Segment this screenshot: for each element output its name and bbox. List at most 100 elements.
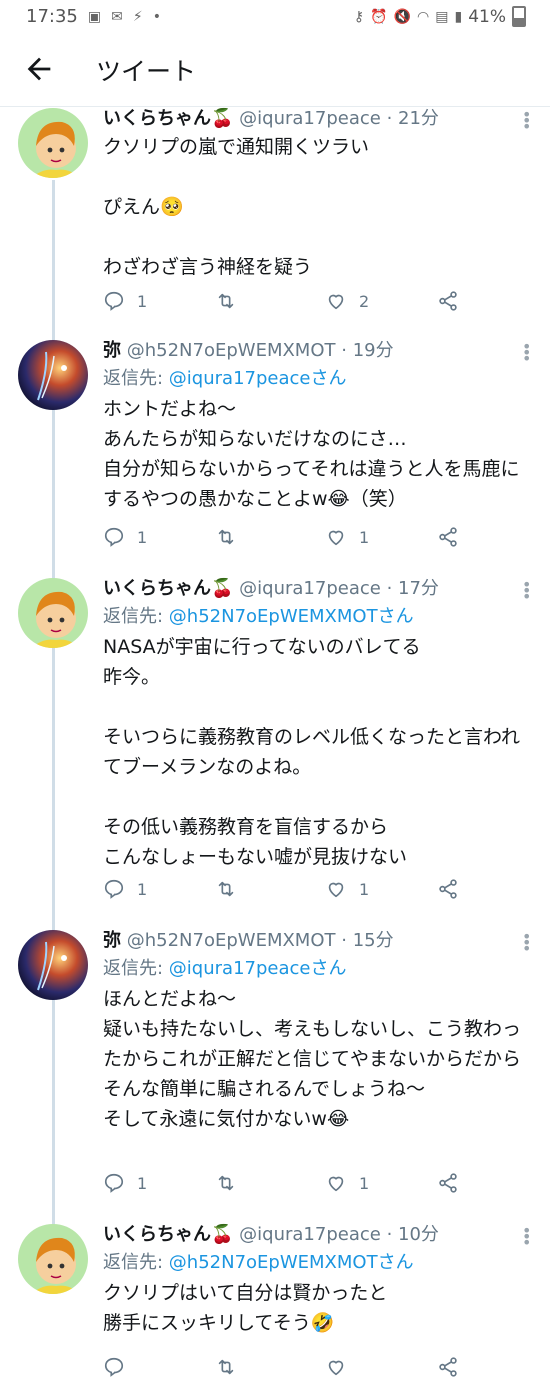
- retweet-button[interactable]: [215, 290, 249, 312]
- tweet-text: クソリプの嵐で通知開くツラい ぴえん🥺 わざわざ言う神経を疑う: [103, 136, 370, 278]
- avatar[interactable]: [18, 108, 88, 178]
- retweet-icon: [218, 529, 234, 545]
- user-handle[interactable]: @h52N7oEpWEMXMOT: [127, 930, 336, 951]
- share-icon: [439, 1357, 457, 1377]
- more-options-icon[interactable]: • • •: [522, 339, 531, 367]
- more-options-icon[interactable]: • • •: [522, 929, 531, 957]
- avatar[interactable]: [18, 1224, 88, 1294]
- avatar[interactable]: [18, 340, 88, 410]
- retweet-button[interactable]: [215, 526, 249, 548]
- battery-icon: [512, 6, 526, 27]
- avatar[interactable]: [18, 930, 88, 1000]
- display-name[interactable]: いくらちゃん🍒: [103, 578, 233, 599]
- reply-to-link[interactable]: @iqura17peaceさん: [169, 368, 347, 389]
- reply-context: 返信先: @iqura17peaceさん: [103, 364, 530, 394]
- retweet-button[interactable]: [215, 878, 249, 900]
- reply-prefix: 返信先:: [103, 958, 169, 979]
- display-name[interactable]: いくらちゃん🍒: [103, 108, 233, 129]
- share-button[interactable]: [437, 1172, 459, 1194]
- like-button[interactable]: 1: [325, 878, 369, 900]
- gallery-notification-icon: ▣: [87, 8, 102, 25]
- tweet-time: · 17分: [386, 578, 439, 599]
- tweet-header: いくらちゃん🍒 @iqura17peace · 10分: [103, 1222, 530, 1248]
- wifi-icon: ◠: [417, 8, 430, 25]
- tweet-header: 弥 @h52N7oEpWEMXMOT · 19分: [103, 338, 530, 364]
- reply-icon: [104, 1357, 124, 1377]
- retweet-icon: [218, 881, 234, 897]
- tweet-text: NASAが宇宙に行ってないのバレてる 昨今。 そいつらに義務教育のレベル低くなっ…: [103, 636, 521, 868]
- reply-to-link[interactable]: @h52N7oEpWEMXMOTさん: [169, 606, 414, 627]
- share-icon: [439, 879, 457, 899]
- heart-icon: [328, 1176, 344, 1192]
- app-bar: ツイート: [0, 34, 550, 107]
- tweet-text: ホントだよね〜 あんたらが知らないだけなのにさ… 自分が知らないからってそれは違…: [103, 398, 520, 510]
- like-count: 1: [359, 1173, 370, 1193]
- reply-button[interactable]: 1: [103, 878, 147, 900]
- tweet-time: · 10分: [386, 1224, 439, 1245]
- retweet-icon: [218, 1175, 234, 1191]
- reply-icon: [104, 879, 124, 899]
- tweet-actions: 11: [103, 1172, 523, 1198]
- page-title: ツイート: [96, 57, 197, 86]
- reply-button[interactable]: 1: [103, 1172, 147, 1194]
- heart-icon: [328, 882, 344, 898]
- reply-count: 1: [137, 291, 148, 311]
- like-count: 1: [359, 879, 370, 899]
- user-handle[interactable]: @iqura17peace: [239, 108, 381, 129]
- display-name[interactable]: 弥: [103, 930, 121, 951]
- flash-notification-icon: ⚡: [132, 8, 143, 25]
- more-options-icon[interactable]: • • •: [522, 1223, 531, 1251]
- tweet-text: ほんとだよね〜 疑いも持たないし、考えもしないし、こう教わったからこれが正解だと…: [103, 988, 522, 1130]
- reply-button[interactable]: 1: [103, 526, 147, 548]
- reply-icon: [104, 291, 124, 311]
- tweet-actions: 11: [103, 878, 523, 904]
- display-name[interactable]: いくらちゃん🍒: [103, 1224, 233, 1245]
- tweet-actions: 12: [103, 290, 523, 316]
- reply-prefix: 返信先:: [103, 368, 169, 389]
- user-handle[interactable]: @h52N7oEpWEMXMOT: [127, 340, 336, 361]
- more-options-icon[interactable]: • • •: [522, 107, 531, 135]
- like-button[interactable]: 2: [325, 290, 369, 312]
- share-icon: [439, 291, 457, 311]
- heart-icon: [328, 530, 344, 546]
- tweet-header: 弥 @h52N7oEpWEMXMOT · 15分: [103, 928, 530, 954]
- tweet-header: いくらちゃん🍒 @iqura17peace · 21分: [103, 106, 530, 132]
- tweet-time: · 21分: [386, 108, 439, 129]
- reply-count: 1: [137, 527, 148, 547]
- reply-count: 1: [137, 879, 148, 899]
- reply-to-link[interactable]: @h52N7oEpWEMXMOTさん: [169, 1252, 414, 1273]
- signal-icon: ▮: [454, 8, 463, 25]
- user-handle[interactable]: @iqura17peace: [239, 578, 381, 599]
- mail-notification-icon: ✉: [111, 8, 123, 25]
- reply-button[interactable]: [103, 1356, 137, 1378]
- more-options-icon[interactable]: • • •: [522, 577, 531, 605]
- like-button[interactable]: 1: [325, 526, 369, 548]
- reply-button[interactable]: 1: [103, 290, 147, 312]
- reply-to-link[interactable]: @iqura17peaceさん: [169, 958, 347, 979]
- tweet-header: いくらちゃん🍒 @iqura17peace · 17分: [103, 576, 530, 602]
- share-button[interactable]: [437, 1356, 459, 1378]
- reply-icon: [104, 1173, 124, 1193]
- retweet-button[interactable]: [215, 1172, 249, 1194]
- like-button[interactable]: 1: [325, 1172, 369, 1194]
- retweet-button[interactable]: [215, 1356, 249, 1378]
- share-button[interactable]: [437, 290, 459, 312]
- battery-percent: 41%: [468, 6, 506, 27]
- like-button[interactable]: [325, 1356, 359, 1378]
- share-button[interactable]: [437, 878, 459, 900]
- share-button[interactable]: [437, 526, 459, 548]
- display-name[interactable]: 弥: [103, 340, 121, 361]
- heart-icon: [328, 1360, 344, 1376]
- more-notifications-icon: •: [152, 8, 161, 25]
- retweet-icon: [218, 1359, 234, 1375]
- avatar[interactable]: [18, 578, 88, 648]
- retweet-icon: [218, 293, 234, 309]
- tweet-text: クソリプはいて自分は賢かったと 勝手にスッキリしてそう🤣: [103, 1282, 388, 1334]
- like-count: 1: [359, 527, 370, 547]
- back-arrow-icon[interactable]: [22, 52, 56, 86]
- like-count: 2: [359, 291, 370, 311]
- reply-context: 返信先: @h52N7oEpWEMXMOTさん: [103, 602, 530, 632]
- tweet-actions: [103, 1356, 523, 1382]
- tweet-time: · 15分: [341, 930, 394, 951]
- user-handle[interactable]: @iqura17peace: [239, 1224, 381, 1245]
